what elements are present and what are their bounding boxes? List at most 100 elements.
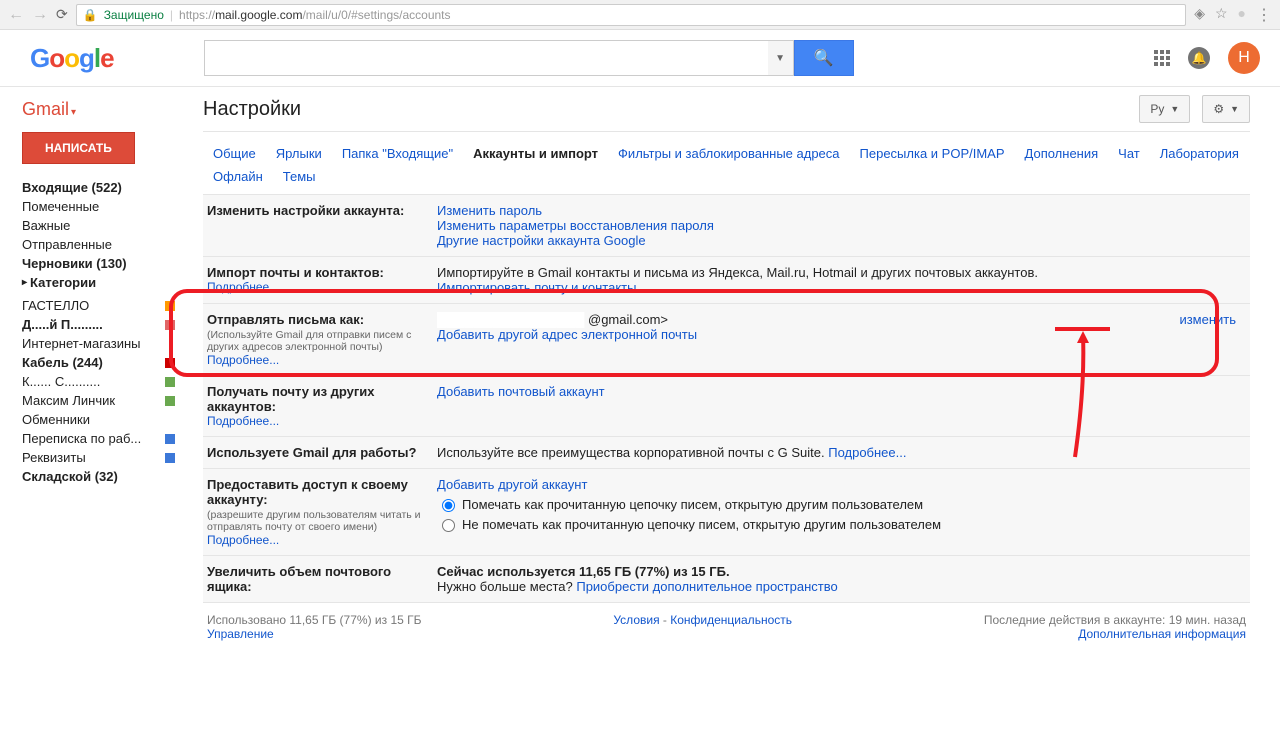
label-color-icon bbox=[165, 301, 175, 311]
settings-tabs: ОбщиеЯрлыкиПапка "Входящие"Аккаунты и им… bbox=[203, 132, 1250, 188]
settings-gear-button[interactable]: ⚙▼ bbox=[1202, 95, 1250, 123]
forward-icon[interactable]: → bbox=[32, 6, 48, 24]
nav-arrows: ← → bbox=[8, 6, 48, 24]
gear-icon: ⚙ bbox=[1213, 102, 1224, 116]
link-recovery-settings[interactable]: Изменить параметры восстановления пароля bbox=[437, 218, 1246, 233]
footer-storage-used: Использовано 11,65 ГБ (77%) из 15 ГБ bbox=[207, 613, 422, 627]
sidebar-nav-item[interactable]: Важные bbox=[22, 216, 175, 235]
link-add-mail-account[interactable]: Добавить почтовый аккаунт bbox=[437, 384, 1246, 399]
link-gsuite-more[interactable]: Подробнее... bbox=[828, 445, 906, 460]
link-grant-more[interactable]: Подробнее... bbox=[207, 533, 427, 547]
gmail-logo[interactable]: Gmail▾ bbox=[22, 99, 175, 120]
tab-10[interactable]: Темы bbox=[273, 165, 326, 188]
extension-icon[interactable]: ◈ bbox=[1194, 5, 1205, 25]
profile-icon[interactable]: ● bbox=[1238, 5, 1246, 25]
tab-7[interactable]: Чат bbox=[1108, 142, 1150, 165]
sidebar-label-item[interactable]: Переписка по раб... bbox=[22, 429, 175, 448]
google-logo[interactable]: Google bbox=[30, 43, 114, 74]
caret-down-icon: ▾ bbox=[71, 107, 76, 118]
sidebar-nav-item[interactable]: Помеченные bbox=[22, 197, 175, 216]
sidebar-label-item[interactable]: Кабель (244) bbox=[22, 353, 175, 372]
sendas-email: ████████████████ @gmail.com> bbox=[437, 312, 668, 327]
settings-body: Изменить настройки аккаунта: Изменить па… bbox=[203, 194, 1250, 603]
radio-not-mark-read[interactable] bbox=[442, 519, 455, 532]
sidebar-label-item[interactable]: Д.....й П......... bbox=[22, 315, 175, 334]
apps-icon[interactable] bbox=[1154, 50, 1170, 66]
tab-4[interactable]: Фильтры и заблокированные адреса bbox=[608, 142, 849, 165]
radio-mark-read[interactable] bbox=[442, 499, 455, 512]
tab-3[interactable]: Аккаунты и импорт bbox=[463, 142, 608, 165]
link-terms[interactable]: Условия bbox=[613, 613, 659, 627]
row-grant-access: Предоставить доступ к своему аккаунту: (… bbox=[203, 469, 1250, 556]
tab-1[interactable]: Ярлыки bbox=[266, 142, 332, 165]
tab-9[interactable]: Офлайн bbox=[203, 165, 273, 188]
row-get-mail: Получать почту из других аккаунтов: Подр… bbox=[203, 376, 1250, 437]
browser-right-icons: ◈ ☆ ● ⋮ bbox=[1194, 5, 1272, 25]
row-storage: Увеличить объем почтового ящика: Сейчас … bbox=[203, 556, 1250, 603]
link-activity-details[interactable]: Дополнительная информация bbox=[1078, 627, 1246, 641]
link-other-google-settings[interactable]: Другие настройки аккаунта Google bbox=[437, 233, 1246, 248]
omnibox[interactable]: 🔒 Защищено | https://mail.google.com/mai… bbox=[76, 4, 1186, 26]
search-icon: 🔍 bbox=[814, 48, 834, 68]
label-color-icon bbox=[165, 396, 175, 406]
label-color-icon bbox=[165, 320, 175, 330]
search-dropdown-icon[interactable]: ▼ bbox=[768, 40, 794, 76]
footer-activity: Последние действия в аккаунте: 19 мин. н… bbox=[984, 613, 1246, 627]
row-account-settings: Изменить настройки аккаунта: Изменить па… bbox=[203, 195, 1250, 257]
tab-2[interactable]: Папка "Входящие" bbox=[332, 142, 463, 165]
tab-0[interactable]: Общие bbox=[203, 142, 266, 165]
tab-8[interactable]: Лаборатория bbox=[1150, 142, 1249, 165]
link-add-another-account[interactable]: Добавить другой аккаунт bbox=[437, 477, 1246, 492]
link-manage-storage[interactable]: Управление bbox=[207, 627, 274, 641]
language-selector[interactable]: Ру▼ bbox=[1139, 95, 1190, 123]
google-header: Google ▼ 🔍 🔔 Н bbox=[0, 30, 1280, 87]
link-buy-storage[interactable]: Приобрести дополнительное пространство bbox=[576, 579, 837, 594]
label-color-icon bbox=[165, 453, 175, 463]
lock-icon: 🔒 bbox=[83, 8, 98, 22]
row-send-as: Отправлять письма как: (Используйте Gmai… bbox=[203, 304, 1250, 376]
notifications-icon[interactable]: 🔔 bbox=[1188, 47, 1210, 69]
link-privacy[interactable]: Конфиденциальность bbox=[670, 613, 792, 627]
avatar[interactable]: Н bbox=[1228, 42, 1260, 74]
sidebar-nav-item[interactable]: Категории bbox=[22, 273, 175, 292]
sidebar: Gmail▾ НАПИСАТЬ Входящие (522)Помеченные… bbox=[0, 87, 175, 651]
browser-address-bar: ← → ⟳ 🔒 Защищено | https://mail.google.c… bbox=[0, 0, 1280, 30]
label-color-icon bbox=[165, 358, 175, 368]
sidebar-label-item[interactable]: Обменники bbox=[22, 410, 175, 429]
link-add-another-address[interactable]: Добавить другой адрес электронной почты bbox=[437, 327, 1126, 342]
sidebar-label-item[interactable]: ГАСТЕЛЛО bbox=[22, 296, 175, 315]
compose-button[interactable]: НАПИСАТЬ bbox=[22, 132, 135, 164]
sidebar-label-item[interactable]: Интернет-магазины bbox=[22, 334, 175, 353]
page-title: Настройки bbox=[203, 98, 301, 121]
sidebar-label-item[interactable]: Реквизиты bbox=[22, 448, 175, 467]
label-color-icon bbox=[165, 434, 175, 444]
sidebar-label-item[interactable]: К...... С.......... bbox=[22, 372, 175, 391]
search-box: ▼ 🔍 bbox=[204, 40, 854, 76]
tab-5[interactable]: Пересылка и POP/IMAP bbox=[850, 142, 1015, 165]
sidebar-nav-item[interactable]: Входящие (522) bbox=[22, 178, 175, 197]
link-getmail-more[interactable]: Подробнее... bbox=[207, 414, 427, 428]
reload-icon[interactable]: ⟳ bbox=[56, 6, 68, 23]
link-change-password[interactable]: Изменить пароль bbox=[437, 203, 1246, 218]
link-import-more[interactable]: Подробнее... bbox=[207, 280, 427, 294]
row-import: Импорт почты и контактов: Подробнее... И… bbox=[203, 257, 1250, 304]
link-sendas-more[interactable]: Подробнее... bbox=[207, 353, 427, 367]
link-edit-sendas[interactable]: изменить bbox=[1179, 312, 1236, 327]
footer: Использовано 11,65 ГБ (77%) из 15 ГБ Упр… bbox=[203, 603, 1250, 651]
row-gsuite: Используете Gmail для работы? Используйт… bbox=[203, 437, 1250, 469]
back-icon[interactable]: ← bbox=[8, 6, 24, 24]
settings-content: Настройки Ру▼ ⚙▼ ОбщиеЯрлыкиПапка "Входя… bbox=[175, 87, 1280, 651]
secure-label: Защищено bbox=[104, 8, 164, 22]
sidebar-nav-item[interactable]: Черновики (130) bbox=[22, 254, 175, 273]
tab-6[interactable]: Дополнения bbox=[1015, 142, 1109, 165]
kebab-menu-icon[interactable]: ⋮ bbox=[1256, 5, 1272, 25]
sidebar-label-item[interactable]: Складской (32) bbox=[22, 467, 175, 486]
label-color-icon bbox=[165, 377, 175, 387]
link-import-mail[interactable]: Импортировать почту и контакты bbox=[437, 280, 1246, 295]
url-text: https://mail.google.com/mail/u/0/#settin… bbox=[179, 8, 450, 22]
sidebar-label-item[interactable]: Максим Линчик bbox=[22, 391, 175, 410]
star-icon[interactable]: ☆ bbox=[1215, 5, 1228, 25]
search-input[interactable] bbox=[204, 40, 768, 76]
search-button[interactable]: 🔍 bbox=[794, 40, 854, 76]
sidebar-nav-item[interactable]: Отправленные bbox=[22, 235, 175, 254]
